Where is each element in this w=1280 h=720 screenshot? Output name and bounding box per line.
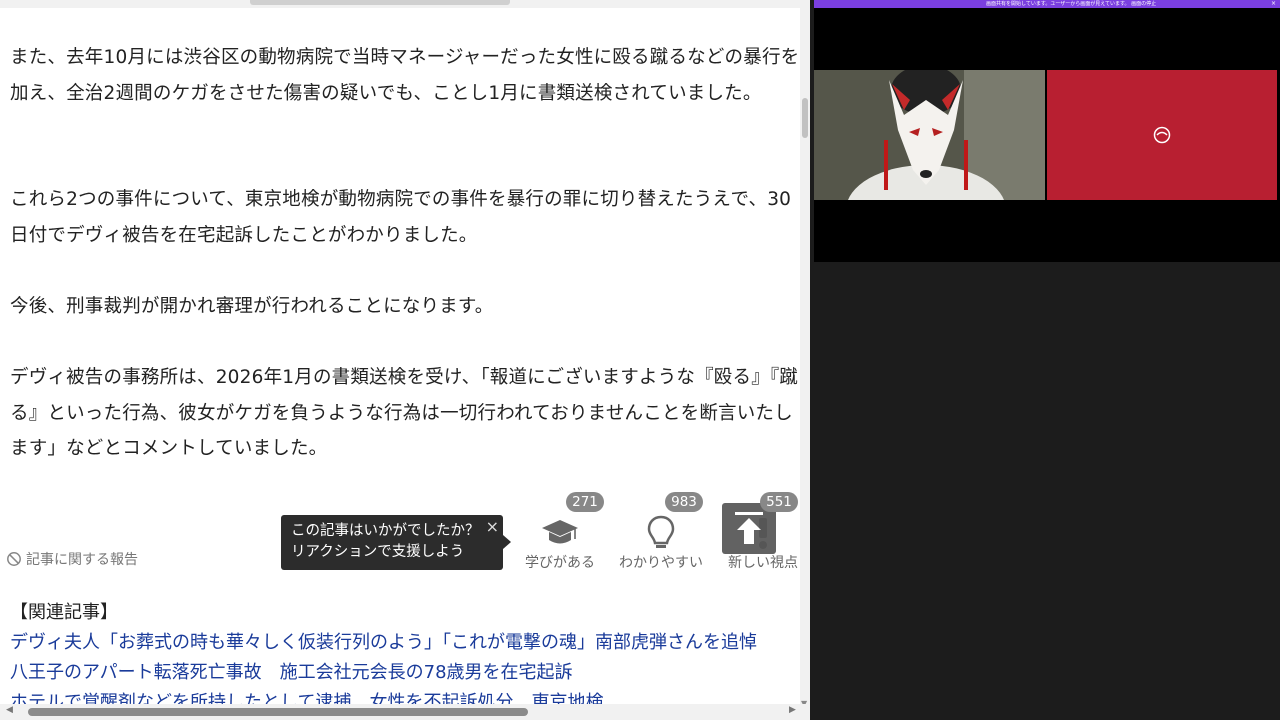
reaction-learn-count: 271 <box>566 492 604 512</box>
reaction-prompt-tooltip: この記事はいかがでしたか？ リアクションで支援しよう × <box>281 515 511 570</box>
horizontal-scroll-thumb[interactable] <box>28 708 528 716</box>
browser-pane: また、去年10月には渋谷区の動物病院で当時マネージャーだった女性に殴る蹴るなどの… <box>0 0 810 720</box>
reaction-clear-label: わかりやすい <box>619 555 703 571</box>
screen-share-status-text: 画面共有を開始しています。ユーザーから画面が見えています。 画面の停止 <box>986 1 1157 7</box>
report-article-label: 記事に関する報告 <box>26 552 138 568</box>
reaction-clear-button[interactable]: 983 わかりやすい <box>614 492 708 572</box>
related-articles-heading: 【関連記事】 <box>10 602 118 623</box>
reaction-clear-count: 983 <box>665 492 703 512</box>
tooltip-line-2: リアクションで支援しよう <box>291 544 465 560</box>
screen-share-bar: 画面共有を開始しています。ユーザーから画面が見えています。 画面の停止 × <box>814 0 1280 8</box>
tooltip-close-button[interactable]: × <box>486 516 499 537</box>
article-paragraph-1: また、去年10月には渋谷区の動物病院で当時マネージャーだった女性に殴る蹴るなどの… <box>10 47 800 104</box>
top-scroll-edge <box>0 0 810 8</box>
article-paragraph-4: デヴィ被告の事務所は、2026年1月の書類送検を受け、「報道にございますような『… <box>10 367 799 459</box>
lightbulb-icon <box>647 515 675 548</box>
scroll-left-arrow-icon[interactable]: ◀ <box>6 705 13 715</box>
related-article-link[interactable]: 八王子のアパート転落死亡事故 施工会社元会長の78歳男を在宅起訴 <box>10 658 573 684</box>
article-paragraph-3: 今後、刑事裁判が開かれ審理が行われることになります。 <box>10 296 494 317</box>
reaction-learn-button[interactable]: 271 学びがある <box>522 492 604 572</box>
horizontal-scrollbar[interactable]: ◀ ▶ <box>0 704 810 720</box>
participant-avatar-icon <box>1153 126 1171 144</box>
scroll-right-arrow-icon[interactable]: ▶ <box>789 705 796 715</box>
vertical-scrollbar[interactable]: ▼ <box>800 8 810 708</box>
article-paragraph-2: これら2つの事件について、東京地検が動物病院での事件を暴行の罪に切り替えたうえで… <box>10 189 792 246</box>
video-area <box>814 8 1280 262</box>
reaction-learn-label: 学びがある <box>525 555 595 571</box>
vertical-scroll-thumb[interactable] <box>802 98 808 138</box>
participant-tile <box>1047 70 1277 200</box>
video-call-pane: 画面共有を開始しています。ユーザーから画面が見えています。 画面の停止 × <box>810 0 1280 720</box>
camera-video-tile <box>814 70 1045 200</box>
reaction-new-view-label: 新しい視点 <box>728 555 798 571</box>
tooltip-line-1: この記事はいかがでしたか？ <box>291 523 480 539</box>
close-icon[interactable]: × <box>1271 0 1276 8</box>
report-article-link[interactable]: 記事に関する報告 <box>6 549 138 569</box>
camera-scene-image <box>814 70 1045 200</box>
prohibited-icon <box>7 552 21 566</box>
reaction-new-view-count: 551 <box>760 492 798 512</box>
arrow-up-to-top-icon <box>735 512 763 544</box>
related-article-link[interactable]: デヴィ夫人「お葬式の時も華々しく仮装行列のよう」「これが電撃の魂」南部虎弾さんを… <box>10 628 757 654</box>
graduation-cap-icon <box>542 520 578 544</box>
